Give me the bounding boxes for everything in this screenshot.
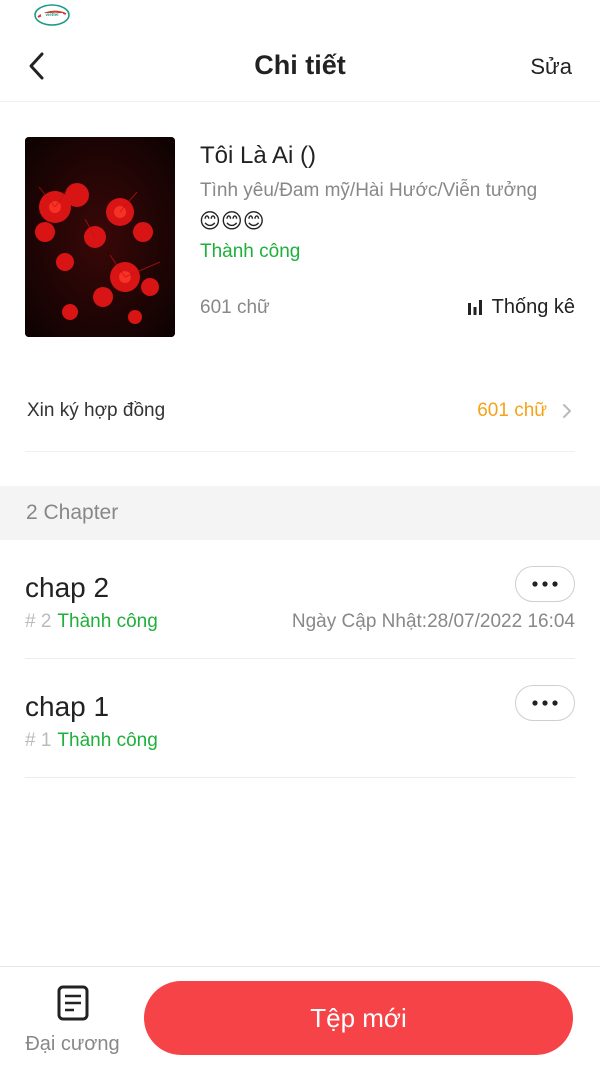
- chapter-updated-date: Ngày Cập Nhật:28/07/2022 16:04: [291, 611, 575, 632]
- book-title: Tôi Là Ai (): [200, 142, 317, 169]
- svg-text:viettel: viettel: [45, 12, 58, 17]
- more-horizontal-icon: [532, 700, 558, 706]
- contract-value: 601 chữ: [477, 400, 547, 421]
- book-word-count: 601 chữ: [200, 297, 270, 318]
- carrier-logo-icon: viettel: [34, 4, 70, 26]
- contract-label: Xin ký hợp đồng: [27, 400, 166, 421]
- book-genres: Tình yêu/Đam mỹ/Hài Hước/Viễn tưởng: [200, 180, 538, 201]
- chapter-title: chap 1: [25, 691, 110, 722]
- chapter-row[interactable]: chap 2 # 2 Thành công Ngày Cập Nhật:28/07…: [25, 540, 575, 659]
- document-icon: [57, 985, 89, 1021]
- red-spider-lily-cover-image: [25, 137, 175, 337]
- stats-button[interactable]: Thống kê: [467, 296, 575, 319]
- app-header: Chi tiết Sửa: [0, 32, 600, 102]
- contract-request-row[interactable]: Xin ký hợp đồng 601 chữ: [25, 372, 575, 452]
- chapter-title: chap 2: [25, 572, 110, 603]
- chapter-status: Thành công: [57, 611, 158, 632]
- page-title: Chi tiết: [254, 50, 346, 80]
- chapter-count: 2 Chapter: [26, 501, 119, 524]
- edit-button[interactable]: Sửa: [530, 54, 572, 80]
- book-info: Tôi Là Ai () Tình yêu/Đam mỹ/Hài Hước/Vi…: [0, 102, 600, 362]
- bar-chart-icon: [467, 300, 482, 315]
- chapter-meta: # 1 Thành công: [25, 730, 158, 752]
- chapter-more-button[interactable]: [515, 685, 575, 721]
- new-file-button[interactable]: Tệp mới: [144, 981, 573, 1055]
- chapter-status: Thành công: [57, 730, 158, 751]
- chapter-number: # 2: [25, 611, 52, 632]
- outline-button[interactable]: Đại cương: [20, 983, 125, 1055]
- book-cover-image[interactable]: [25, 137, 175, 337]
- chapter-number: # 1: [25, 730, 52, 751]
- book-rating-emoji: 😊😊😊: [199, 210, 265, 233]
- chevron-right-icon: [563, 404, 571, 418]
- chapter-row[interactable]: chap 1 # 1 Thành công: [25, 659, 575, 778]
- stats-label: Thống kê: [491, 296, 575, 318]
- chapter-meta: # 2 Thành công: [25, 611, 158, 633]
- status-bar: viettel: [0, 0, 600, 32]
- bottom-action-bar: Đại cương Tệp mới: [0, 966, 600, 1067]
- more-horizontal-icon: [532, 581, 558, 587]
- outline-label: Đại cương: [25, 1033, 120, 1055]
- chapter-section-header: 2 Chapter: [0, 486, 600, 540]
- book-status: Thành công: [200, 241, 301, 262]
- chapter-more-button[interactable]: [515, 566, 575, 602]
